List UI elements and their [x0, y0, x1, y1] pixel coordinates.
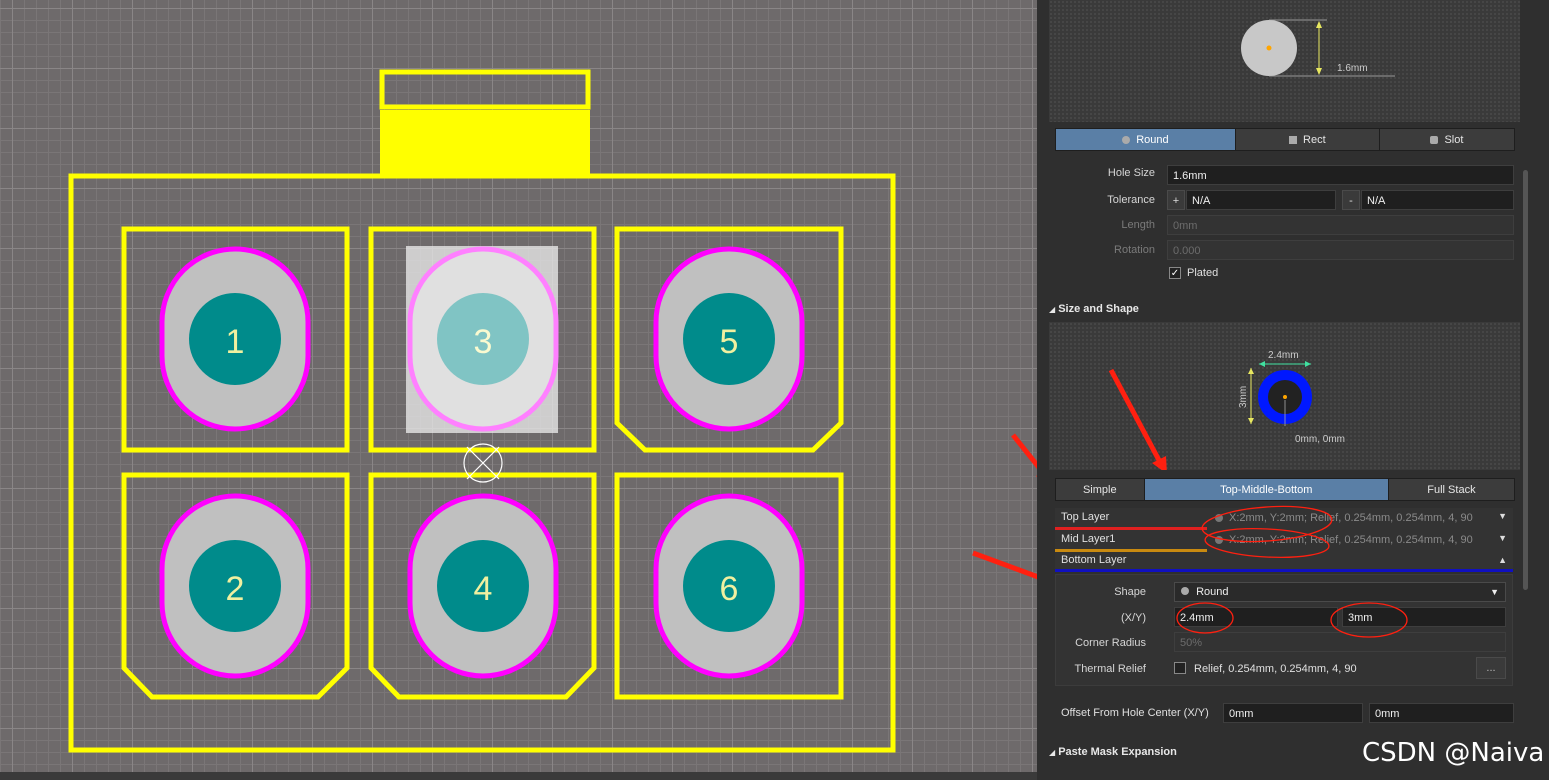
pad-6-label: 6 [720, 570, 739, 608]
bottom-layer-details: Shape Round ▼ (X/Y) 2.4mm 3mm Corner Rad… [1055, 574, 1513, 686]
tolerance-label: Tolerance [1107, 194, 1155, 206]
pad-2-label: 2 [226, 570, 245, 608]
thermal-relief-value: Relief, 0.254mm, 0.254mm, 4, 90 [1194, 663, 1357, 675]
round-icon [1122, 135, 1131, 144]
layer-value-top: X:2mm, Y:2mm; Relief, 0.254mm, 0.254mm, … [1215, 512, 1473, 524]
layer-row-top[interactable]: Top Layer X:2mm, Y:2mm; Relief, 0.254mm,… [1055, 508, 1513, 530]
silkscreen-tab-outline [379, 69, 591, 110]
layer-row-bottom[interactable]: Bottom Layer ▲ [1055, 552, 1513, 572]
shape-label: Shape [1114, 586, 1146, 598]
panel-scrollbar[interactable] [1523, 170, 1528, 590]
shape-select[interactable]: Round ▼ [1174, 582, 1506, 602]
plated-checkbox[interactable]: ✓ [1169, 267, 1181, 279]
rotation-label: Rotation [1114, 244, 1155, 256]
size-and-shape-title: Size and Shape [1058, 303, 1139, 315]
plated-label: Plated [1187, 267, 1219, 279]
paste-mask-header[interactable]: ◢ Paste Mask Expansion [1049, 746, 1177, 758]
pad-4-label: 4 [474, 570, 493, 608]
hole-preview-center [1266, 45, 1272, 51]
properties-panel: 1.6mm Round Rect Slot Hole Size 1.6mm To… [1037, 0, 1549, 780]
hole-preview: 1.6mm [1049, 0, 1520, 122]
x-size-field[interactable]: 2.4mm [1174, 607, 1338, 627]
tab-top-middle-bottom[interactable]: Top-Middle-Bottom [1144, 479, 1389, 500]
shape-select-value: Round [1196, 586, 1229, 598]
tab-rect[interactable]: Rect [1235, 129, 1380, 150]
pad-1-label: 1 [226, 323, 245, 361]
collapse-triangle-icon: ◢ [1049, 748, 1056, 757]
pad-mode-tabs: Simple Top-Middle-Bottom Full Stack [1055, 478, 1515, 501]
layer-color-bottom [1055, 569, 1513, 572]
corner-radius-label: Corner Radius [1075, 637, 1146, 649]
tolerance-plus-field[interactable]: N/A [1186, 190, 1336, 210]
annotation-arrows [972, 433, 1037, 580]
round-icon [1215, 514, 1223, 522]
pcb-drawing: 1 3 5 2 4 6 [68, 69, 1037, 753]
round-icon [1181, 587, 1189, 595]
hole-size-field[interactable]: 1.6mm [1167, 165, 1514, 185]
paste-mask-title: Paste Mask Expansion [1058, 746, 1177, 758]
length-field: 0mm [1167, 215, 1514, 235]
silkscreen-tab-fill [380, 110, 590, 176]
layer-name-bottom: Bottom Layer [1061, 554, 1127, 566]
layer-value-mid: X:2mm, Y:2mm; Relief, 0.254mm, 0.254mm, … [1215, 534, 1473, 546]
round-icon [1215, 536, 1223, 544]
tab-full-stack[interactable]: Full Stack [1388, 479, 1514, 500]
thermal-relief-label: Thermal Relief [1074, 663, 1146, 675]
xy-label: (X/Y) [1120, 612, 1146, 624]
size-and-shape-header[interactable]: ◢ Size and Shape [1049, 303, 1139, 315]
chevron-down-icon[interactable]: ▼ [1498, 533, 1507, 543]
y-size-field[interactable]: 3mm [1342, 607, 1506, 627]
tolerance-minus-field[interactable]: N/A [1361, 190, 1514, 210]
hole-preview-dimension: 1.6mm [1337, 63, 1368, 74]
pad-3: 3 [407, 246, 559, 432]
collapse-triangle-icon: ◢ [1049, 305, 1056, 314]
layer-name-top: Top Layer [1061, 511, 1110, 523]
hole-size-label: Hole Size [1107, 167, 1155, 179]
pad-preview-offset: 0mm, 0mm [1295, 434, 1345, 445]
watermark: CSDN @Naiva [1362, 738, 1545, 768]
pad-preview-width: 2.4mm [1268, 350, 1299, 361]
layer-tabs-strip[interactable] [0, 772, 1037, 780]
thermal-relief-checkbox[interactable] [1174, 662, 1186, 674]
slot-icon [1430, 135, 1439, 144]
pcb-canvas[interactable]: 1 3 5 2 4 6 [0, 0, 1037, 780]
pad-3-label: 3 [474, 323, 493, 361]
tab-slot[interactable]: Slot [1379, 129, 1515, 150]
thermal-relief-button[interactable]: ... [1476, 657, 1506, 679]
length-label: Length [1121, 219, 1155, 231]
pad-preview-height: 3mm [1238, 386, 1249, 408]
pad-shape-preview-drawing: 2.4mm 3mm 0mm, 0mm [1108, 350, 1345, 474]
chevron-down-icon[interactable]: ▼ [1498, 511, 1507, 521]
rect-icon [1289, 135, 1298, 144]
layer-row-mid[interactable]: Mid Layer1 X:2mm, Y:2mm; Relief, 0.254mm… [1055, 530, 1513, 552]
tab-simple[interactable]: Simple [1056, 479, 1145, 500]
chevron-up-icon[interactable]: ▲ [1498, 555, 1507, 565]
pad-preview-center [1283, 395, 1287, 399]
hole-preview-drawing: 1.6mm [1241, 19, 1395, 77]
pad-2: 2 [159, 493, 311, 679]
pad-6: 6 [653, 493, 805, 679]
rotation-field: 0.000 [1167, 240, 1514, 260]
layer-name-mid: Mid Layer1 [1061, 533, 1116, 545]
pad-5-label: 5 [720, 323, 739, 361]
corner-radius-field: 50% [1174, 632, 1506, 652]
pad-4: 4 [407, 493, 559, 679]
hole-shape-tabs: Round Rect Slot [1055, 128, 1515, 151]
tolerance-plus-sign: + [1167, 190, 1185, 210]
tab-round[interactable]: Round [1056, 129, 1236, 150]
tolerance-minus-sign: - [1342, 190, 1360, 210]
pad-shape-preview: 2.4mm 3mm 0mm, 0mm [1049, 322, 1520, 474]
pad-1: 1 [159, 246, 311, 432]
offset-label: Offset From Hole Center (X/Y) [1061, 707, 1209, 719]
offset-x-field[interactable]: 0mm [1223, 703, 1363, 723]
chevron-down-icon: ▼ [1490, 587, 1499, 597]
pad-5: 5 [653, 246, 805, 432]
offset-y-field[interactable]: 0mm [1369, 703, 1514, 723]
